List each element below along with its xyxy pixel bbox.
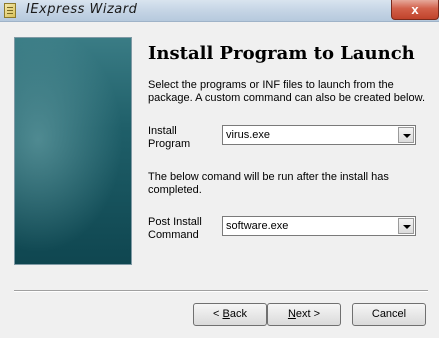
button-separator [14, 290, 428, 292]
post-install-label-line1: Post Install [148, 216, 202, 228]
next-button-access-key: N [287, 308, 296, 320]
install-program-label-line2: Program [148, 138, 191, 150]
post-install-label: Post Install Command [148, 216, 202, 242]
post-install-label-line2: Command [148, 229, 199, 241]
page-description: Select the programs or INF files to laun… [148, 79, 425, 104]
post-install-value[interactable]: software.exe [226, 220, 288, 232]
back-button-label: ack [229, 308, 247, 320]
title-bar[interactable]: IExpress Wizard x [0, 0, 439, 22]
window-title: IExpress Wizard [26, 2, 138, 17]
back-button-prefix: < [213, 308, 223, 320]
iexpress-app-icon [4, 3, 16, 18]
cancel-button[interactable]: Cancel [352, 303, 426, 326]
wizard-side-image [14, 37, 132, 265]
install-program-combobox[interactable]: virus.exe [222, 125, 416, 145]
chevron-down-icon[interactable] [398, 127, 414, 143]
back-button[interactable]: < Back [193, 303, 267, 326]
next-button-label: ext > [295, 308, 321, 320]
page-title: Install Program to Launch [148, 43, 415, 64]
back-button-access-key: B [222, 308, 230, 320]
close-button[interactable]: x [391, 0, 439, 20]
install-program-label-line1: Install [148, 125, 177, 137]
post-install-note: The below comand will be run after the i… [148, 171, 389, 196]
post-install-combobox[interactable]: software.exe [222, 216, 416, 236]
chevron-down-icon[interactable] [398, 218, 414, 234]
install-program-value[interactable]: virus.exe [226, 129, 270, 141]
install-program-label: Install Program [148, 125, 190, 151]
next-button[interactable]: Next > [267, 303, 341, 326]
close-icon: x [411, 2, 419, 17]
